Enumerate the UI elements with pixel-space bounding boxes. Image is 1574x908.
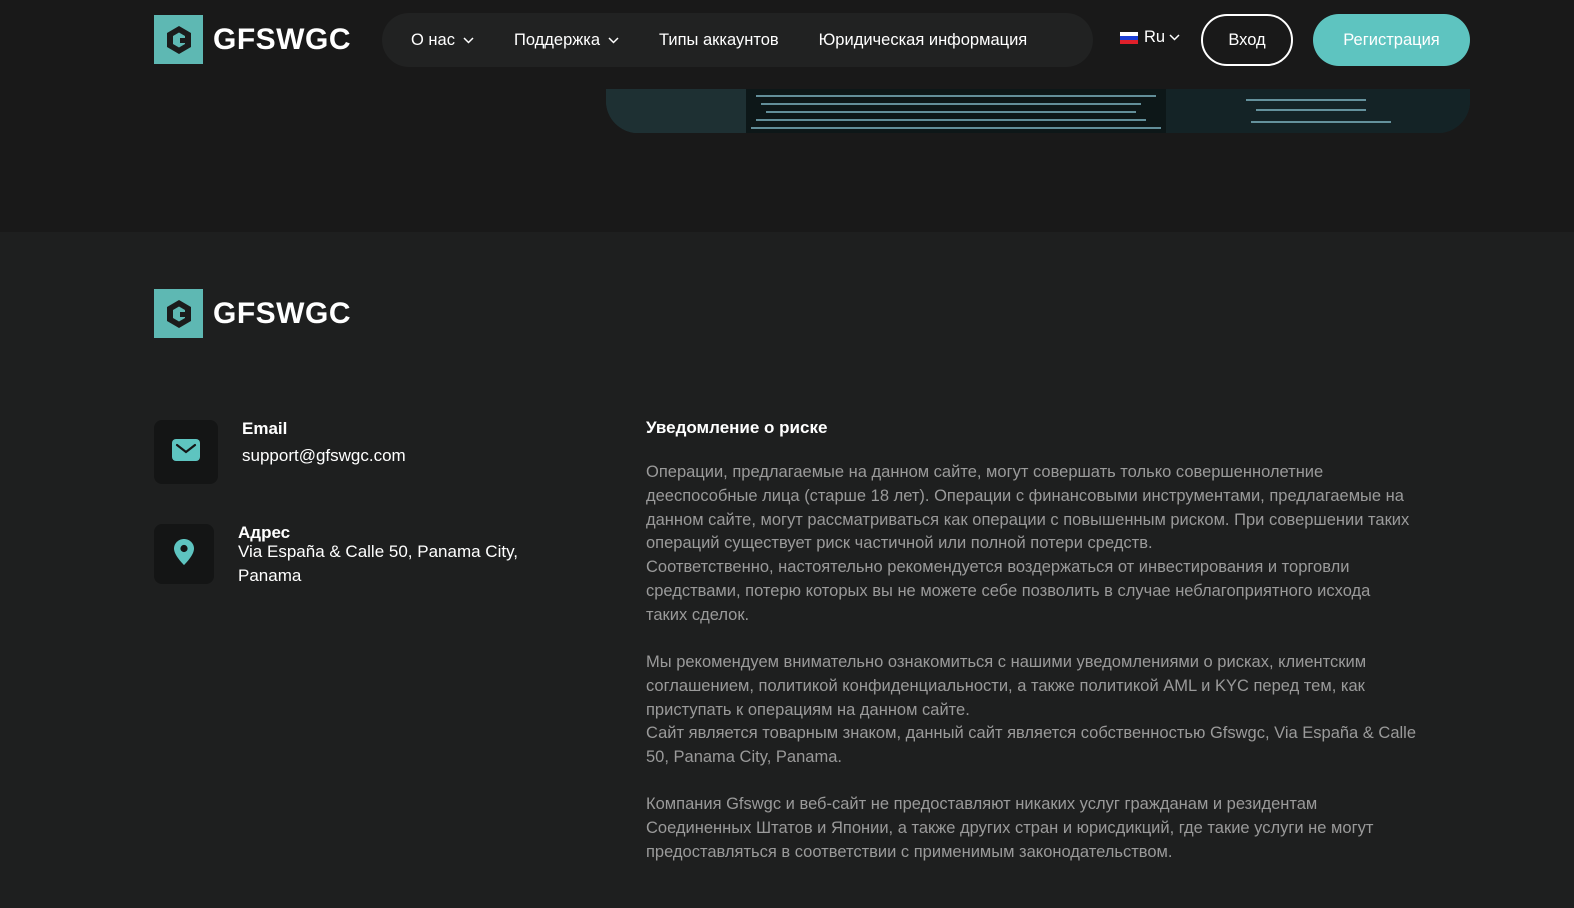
text-line: Мы рекомендуем внимательно ознакомиться … [646,653,1367,671]
hero-image [606,89,1470,133]
address-line-2: Panama [238,566,302,585]
login-button[interactable]: Вход [1201,14,1293,66]
footer-logo[interactable]: GFSWGC [154,289,351,338]
text-line: соглашением, политикой конфиденциальност… [646,676,1365,695]
nav-item-legal[interactable]: Юридическая информация [819,31,1028,50]
location-icon-box [154,524,214,584]
russia-flag-icon [1120,31,1138,44]
site-header: GFSWGC О нас Поддержка Типы аккаунтов Юр… [0,0,1574,80]
address-line-1: Via España & Calle 50, Panama City, [238,542,519,561]
nav-item-account-types[interactable]: Типы аккаунтов [659,31,779,50]
mail-icon [172,438,200,466]
risk-notice-paragraph-2: Мы рекомендуем внимательно ознакомиться … [646,651,1466,770]
nav-item-label: Поддержка [513,30,601,49]
language-selector[interactable]: Ru [1120,28,1180,47]
main-nav: О нас Поддержка Типы аккаунтов Юридическ… [382,13,1093,67]
text-line: Соответственно, настоятельно рекомендует… [646,558,1350,577]
risk-notice-paragraph-1: Операции, предлагаемые на данном сайте, … [646,461,1466,628]
text-line: таких сделок. [646,605,750,624]
language-label: Ru [1144,28,1166,46]
text-line: Соединенных Штатов и Японии, а также дру… [646,818,1374,837]
location-pin-icon [174,538,194,570]
header-logo[interactable]: GFSWGC [154,15,351,64]
text-line: предоставляться в соответствии с примени… [646,842,1173,861]
text-line: Операции, предлагаемые на данном сайте, … [646,463,1324,481]
chevron-down-icon [1169,34,1180,41]
risk-notice-paragraph-3: Компания Gfswgc и веб-сайт не предоставл… [646,793,1466,864]
chevron-down-icon [463,36,474,44]
nav-item-about[interactable]: О нас [411,31,474,50]
text-line: средствами, потерю которых вы не можете … [646,581,1371,600]
text-line: Сайт является товарным знаком, данный са… [646,724,1416,743]
text-line: Компания Gfswgc и веб-сайт не предоставл… [646,795,1318,813]
text-line: операций существует риск частичной или п… [646,534,1153,553]
text-line: приступать к операциям на данном сайте. [646,700,970,719]
text-line: 50, Panama City, Panama. [646,748,842,767]
email-title: Email [242,419,288,438]
register-button[interactable]: Регистрация [1313,14,1470,66]
nav-item-label: Типы аккаунтов [659,30,779,49]
logo-icon [154,289,203,338]
logo-icon [154,15,203,64]
text-line: дееспособные лица (старше 18 лет). Опера… [646,486,1404,505]
brand-name: GFSWGC [213,22,351,56]
nav-item-label: О нас [411,30,455,49]
brand-name: GFSWGC [213,296,351,330]
nav-item-support[interactable]: Поддержка [514,31,619,50]
chevron-down-icon [608,36,619,44]
mail-icon-box [154,420,218,484]
email-link[interactable]: support@gfswgc.com [242,444,406,468]
text-line: данном сайте, могут рассматриваться как … [646,510,1410,529]
risk-notice-title: Уведомление о риске [646,418,828,437]
nav-item-label: Юридическая информация [818,30,1028,49]
